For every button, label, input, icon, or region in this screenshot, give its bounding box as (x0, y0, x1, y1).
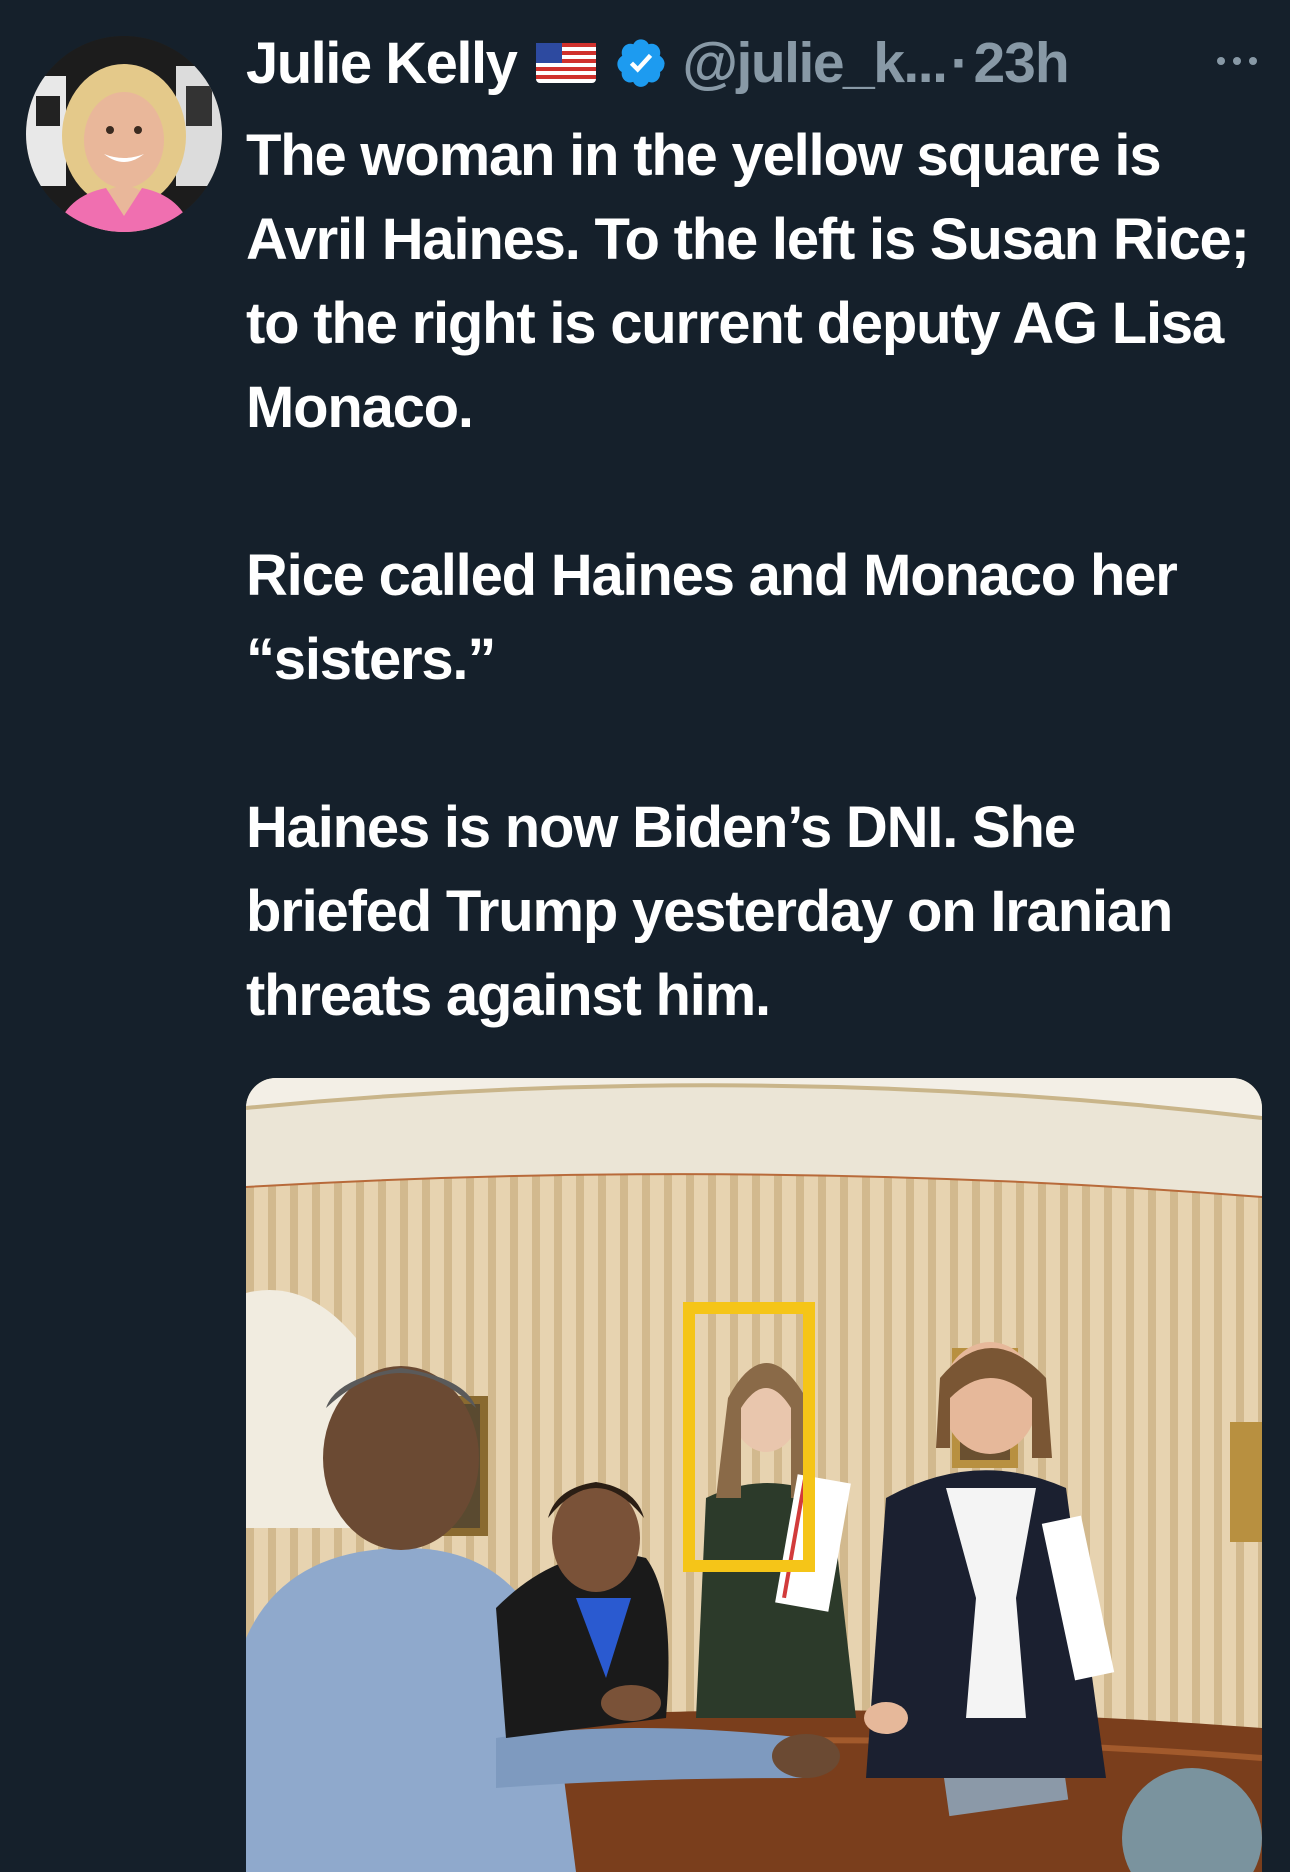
us-flag-icon (536, 43, 597, 83)
author-avatar[interactable] (26, 36, 222, 232)
oval-office-photo (246, 1078, 1262, 1872)
tweet-photo[interactable] (246, 1078, 1262, 1872)
tweet-timestamp[interactable]: 23h (973, 30, 1069, 96)
tweet[interactable]: Julie Kelly @julie_k... · 23h The woman … (0, 0, 1290, 1872)
avatar-image (26, 36, 222, 232)
tweet-paragraph: Rice called Haines and Monaco her “siste… (246, 543, 1178, 692)
more-horizontal-icon[interactable] (1214, 46, 1260, 76)
tweet-paragraph: The woman in the yellow square is Avril … (246, 123, 1250, 440)
tweet-text: The woman in the yellow square is Avril … (246, 114, 1266, 1038)
tweet-paragraph: Haines is now Biden’s DNI. She briefed T… (246, 795, 1173, 1028)
verified-badge-icon[interactable] (614, 36, 668, 90)
author-handle[interactable]: @julie_k... (682, 30, 948, 96)
separator-dot: · (950, 31, 970, 95)
author-name[interactable]: Julie Kelly (246, 30, 518, 97)
tweet-header: Julie Kelly @julie_k... · 23h (246, 28, 1260, 98)
